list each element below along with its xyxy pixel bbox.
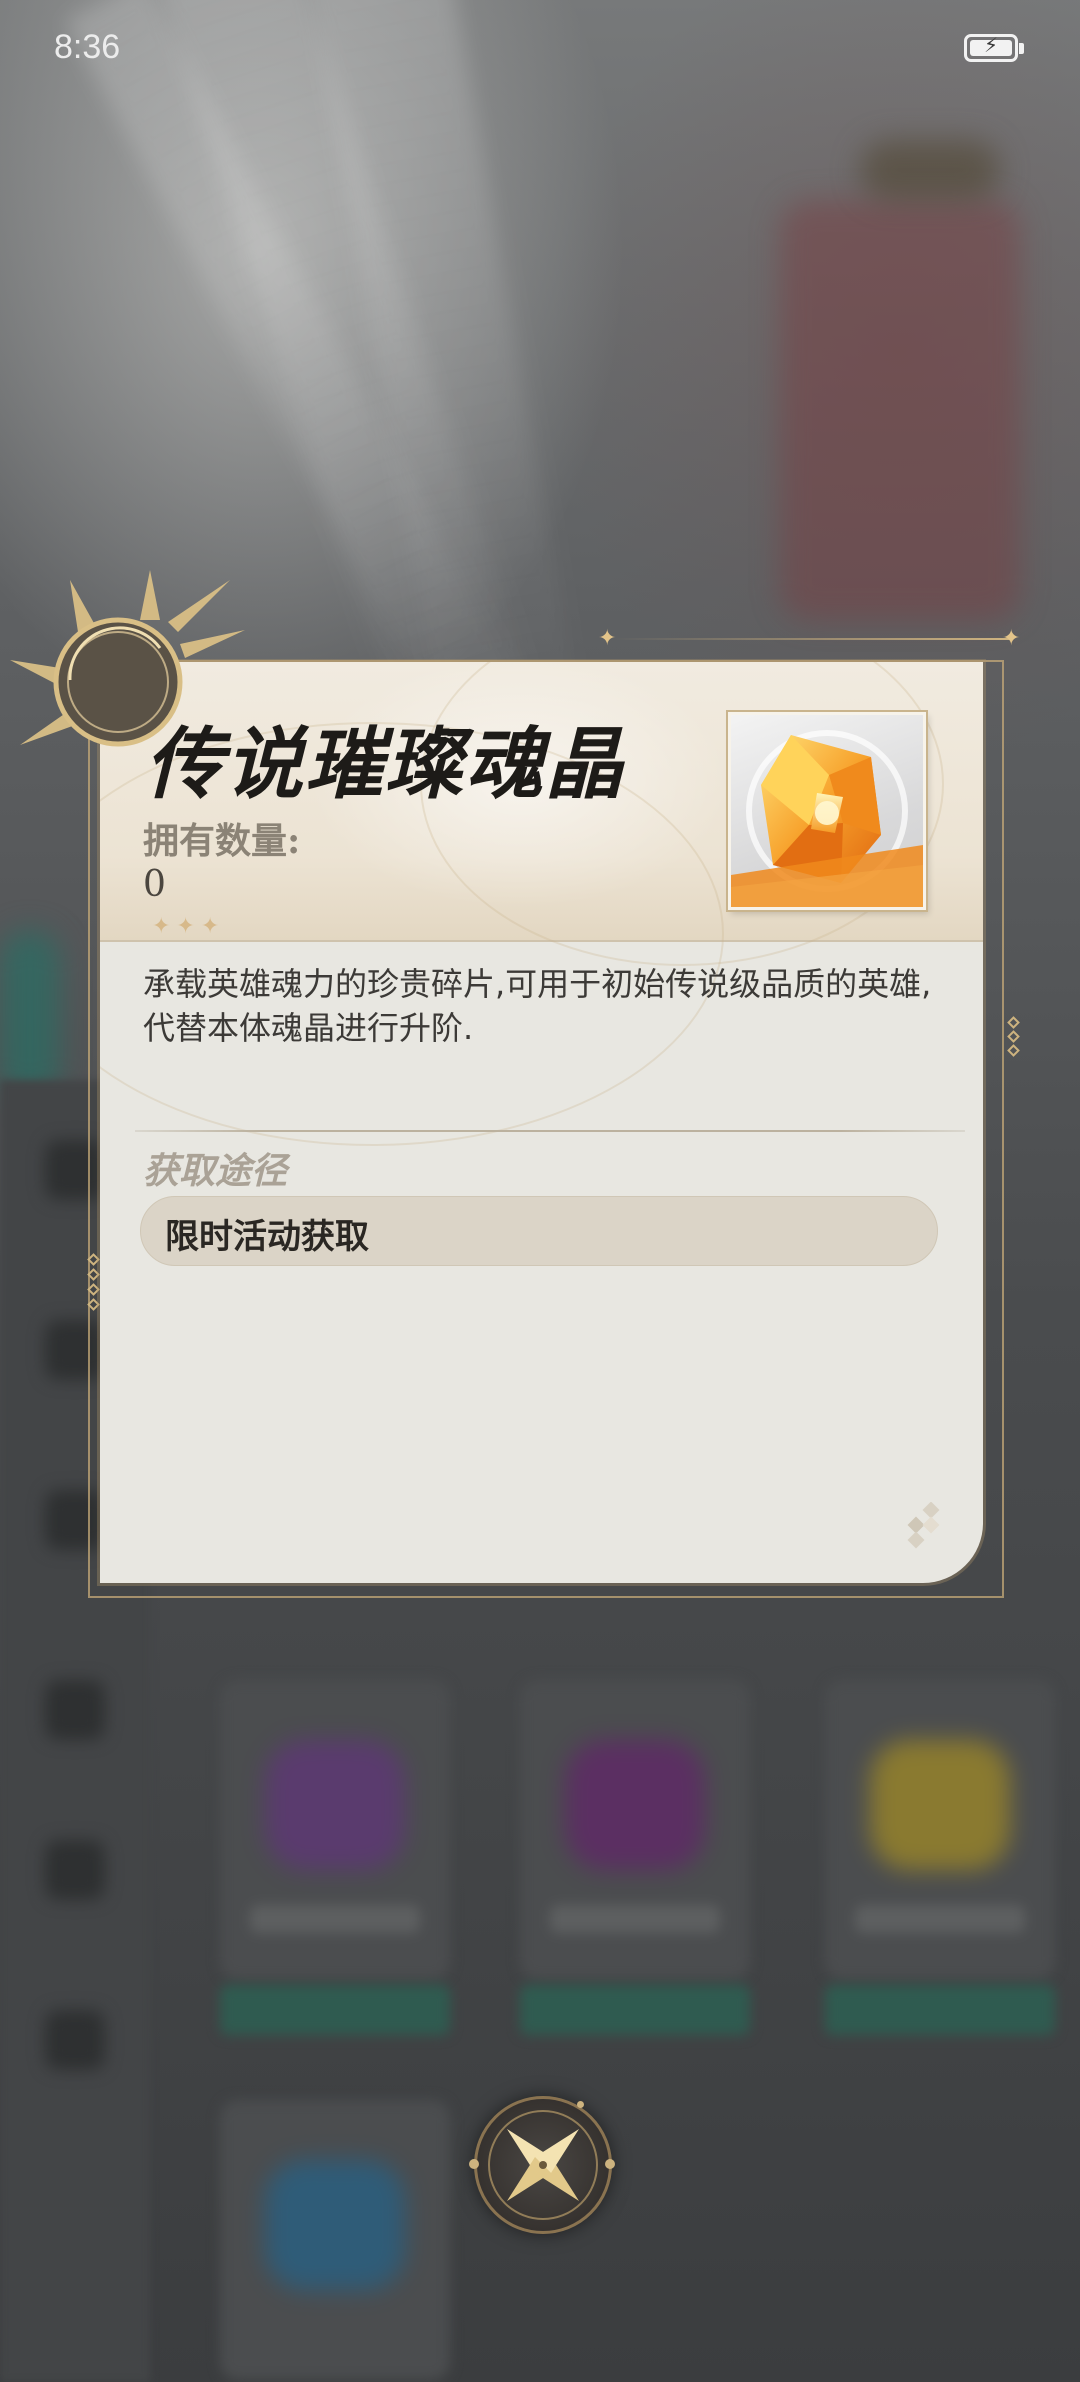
close-x-icon bbox=[488, 2110, 598, 2220]
close-button[interactable] bbox=[469, 2096, 615, 2234]
status-time: 8:36 bbox=[54, 28, 121, 66]
sparkle-icon: ✦ bbox=[1002, 626, 1021, 651]
battery-tip bbox=[1019, 43, 1024, 54]
corner-diamonds-icon bbox=[907, 1502, 940, 1549]
card-deco-line bbox=[612, 638, 1012, 640]
battery-charging-icon: ⚡ bbox=[964, 33, 1018, 62]
owned-count-value: 0 bbox=[143, 864, 166, 905]
source-item-limited-event[interactable]: 限时活动获取 bbox=[140, 1196, 938, 1266]
source-section-title: 获取途径 bbox=[143, 1150, 288, 1192]
item-description: 承载英雄魂力的珍贵碎片,可用于初始传说级品质的英雄,代替本体魂晶进行升阶. bbox=[143, 965, 932, 1047]
sparkle-row-icon: ✦✦✦ bbox=[152, 914, 226, 939]
status-bar: 8:36 ⚡ bbox=[0, 0, 1080, 100]
sparkle-icon: ✦ bbox=[598, 626, 617, 651]
sun-ornament-icon bbox=[10, 570, 245, 747]
item-detail-card: 传说璀璨魂晶 拥有数量: 0 ✦✦✦ 承载英雄魂力的珍贵碎片,可用于初始传说级品… bbox=[100, 662, 983, 1583]
source-item-label: 限时活动获取 bbox=[165, 1217, 369, 1257]
section-divider bbox=[135, 1130, 965, 1132]
orange-crystal-icon bbox=[728, 712, 926, 910]
owned-count-label: 拥有数量: bbox=[143, 820, 301, 862]
